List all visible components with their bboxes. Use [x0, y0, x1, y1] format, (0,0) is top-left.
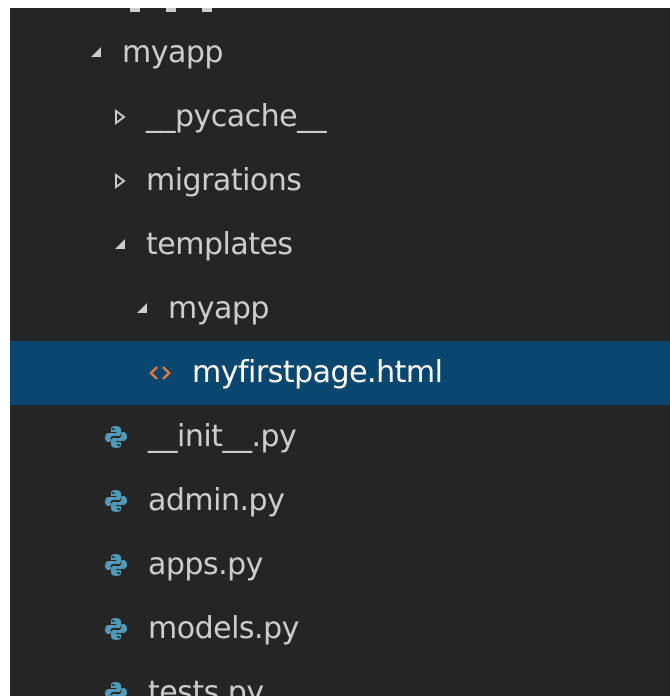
- tree-file-tests-py[interactable]: tests.py: [10, 661, 670, 696]
- tree-folder-migrations[interactable]: migrations: [10, 149, 670, 213]
- expanded-chevron-icon[interactable]: [132, 298, 154, 320]
- file-label: admin.py: [148, 483, 285, 518]
- html-file-icon: [146, 359, 174, 387]
- file-label: models.py: [148, 611, 299, 646]
- clipped-row-above: [130, 8, 238, 12]
- tree-file-admin-py[interactable]: admin.py: [10, 469, 670, 533]
- tree-folder-templates-myapp[interactable]: myapp: [10, 277, 670, 341]
- file-label: tests.py: [148, 675, 264, 696]
- collapsed-chevron-icon[interactable]: [110, 170, 132, 192]
- folder-label: myapp: [168, 291, 269, 326]
- collapsed-chevron-icon[interactable]: [110, 106, 132, 128]
- file-label: apps.py: [148, 547, 263, 582]
- python-file-icon: [102, 679, 130, 696]
- python-file-icon: [102, 551, 130, 579]
- file-label: myfirstpage.html: [192, 355, 443, 390]
- tree-folder-pycache[interactable]: __pycache__: [10, 85, 670, 149]
- python-file-icon: [102, 423, 130, 451]
- python-file-icon: [102, 615, 130, 643]
- expanded-chevron-icon[interactable]: [110, 234, 132, 256]
- folder-label: __pycache__: [146, 99, 327, 134]
- tree-file-myfirstpage-html[interactable]: myfirstpage.html: [10, 341, 670, 405]
- tree-folder-myapp[interactable]: myapp: [10, 21, 670, 85]
- folder-label: templates: [146, 227, 293, 262]
- file-label: __init__.py: [148, 419, 297, 454]
- expanded-chevron-icon[interactable]: [86, 42, 108, 64]
- folder-label: migrations: [146, 163, 302, 198]
- tree-file-models-py[interactable]: models.py: [10, 597, 670, 661]
- folder-label: myapp: [122, 35, 223, 70]
- tree-file-init-py[interactable]: __init__.py: [10, 405, 670, 469]
- tree-folder-templates[interactable]: templates: [10, 213, 670, 277]
- tree-file-apps-py[interactable]: apps.py: [10, 533, 670, 597]
- file-explorer-tree: myapp __pycache__ migrations templates m…: [10, 8, 670, 696]
- python-file-icon: [102, 487, 130, 515]
